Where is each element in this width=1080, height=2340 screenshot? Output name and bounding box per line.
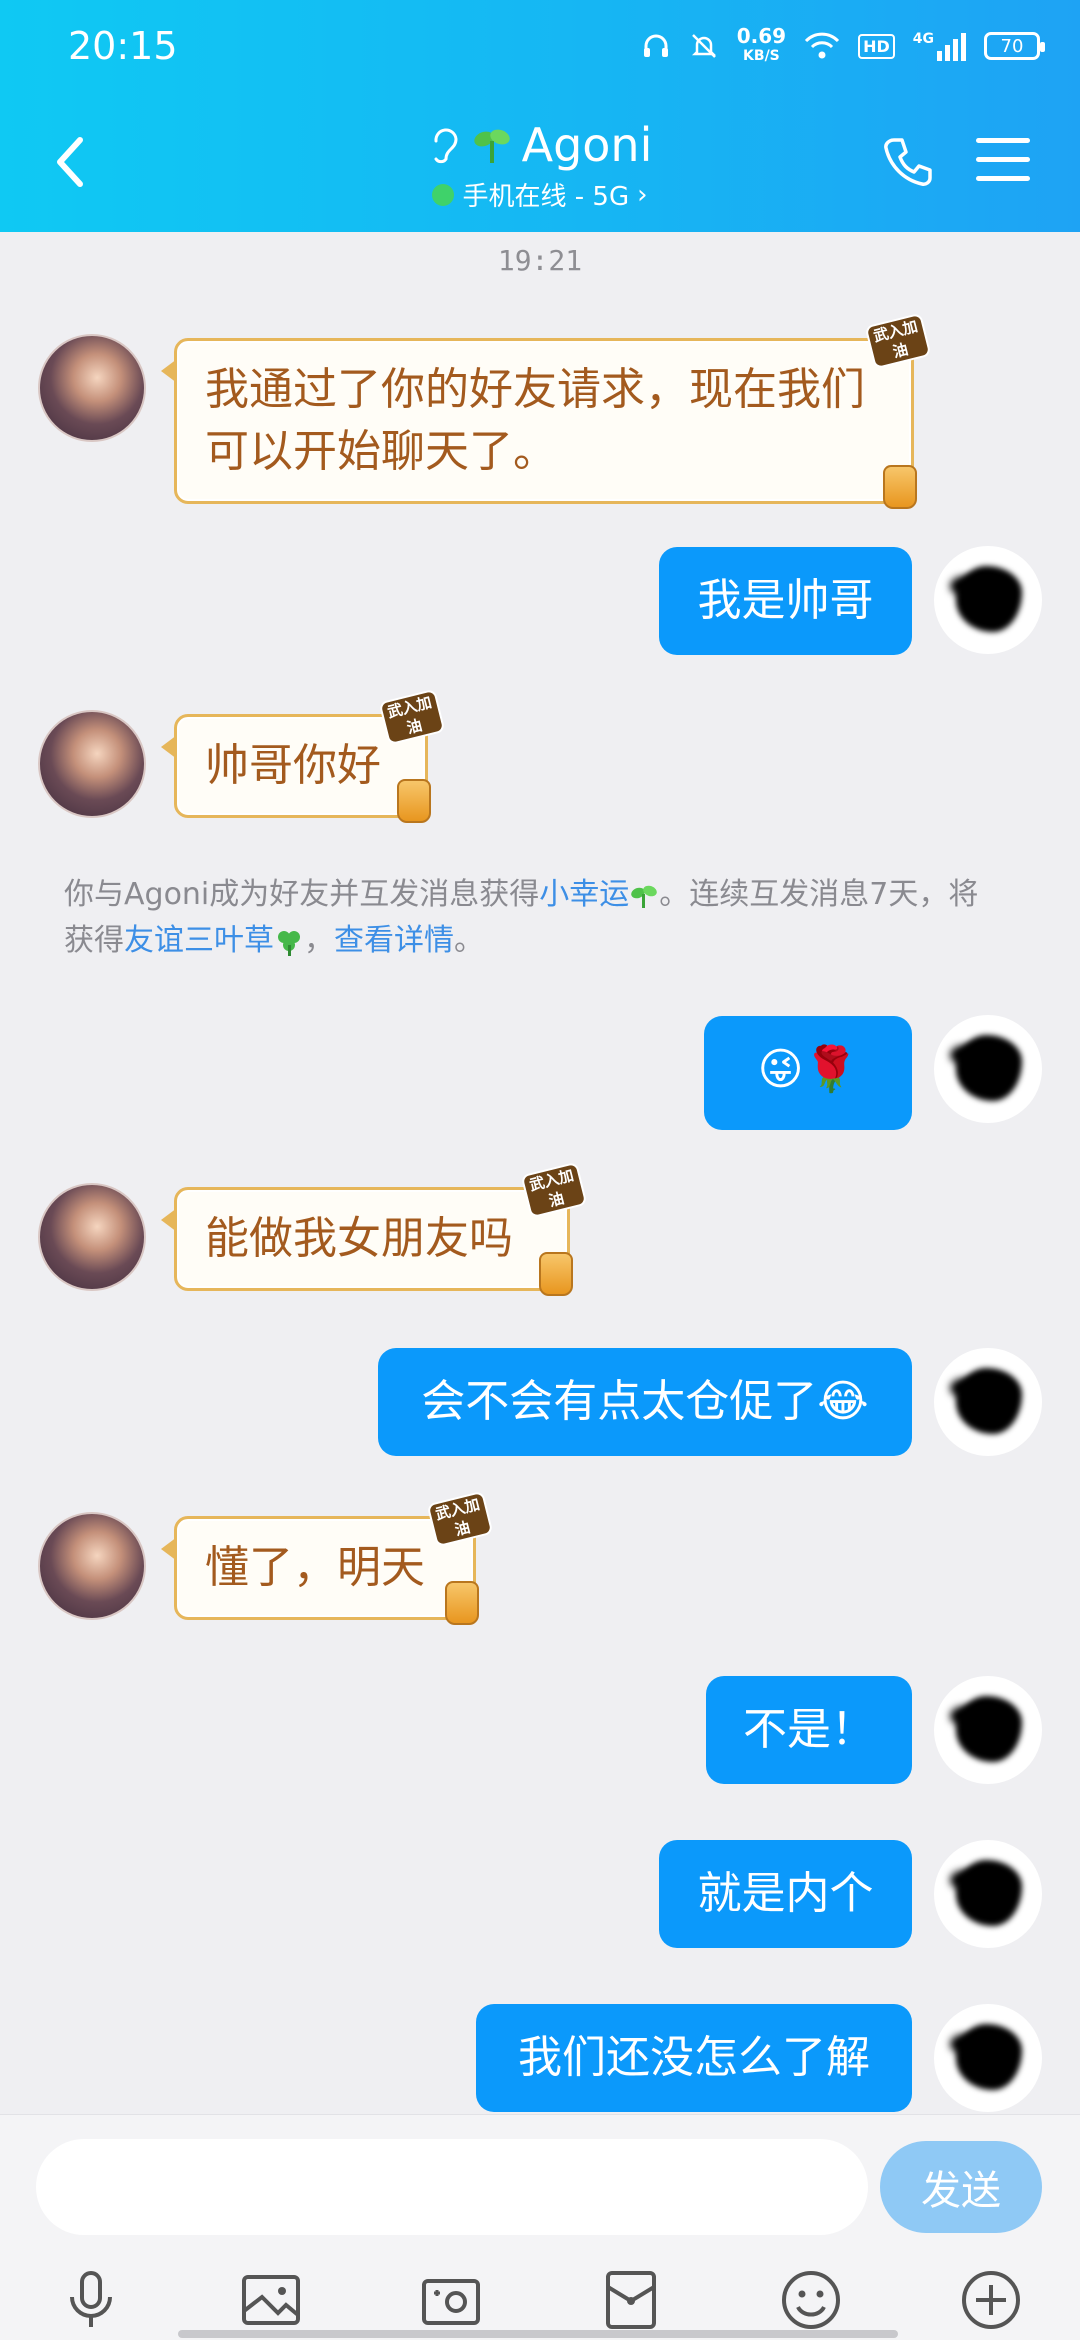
bubble-badge-icon: 武入加油 xyxy=(378,688,446,746)
chat-timestamp: 19:21 xyxy=(497,244,583,277)
message-input[interactable] xyxy=(36,2139,868,2235)
bubble-fist-icon xyxy=(445,1581,479,1625)
bubble-badge-icon: 武入加油 xyxy=(864,312,932,370)
message-bubble-sent[interactable]: 我是帅哥 xyxy=(659,547,912,655)
headphones-icon xyxy=(643,34,668,57)
bell-muted-icon xyxy=(691,34,716,58)
phone-icon[interactable] xyxy=(880,134,936,190)
message-bubble-received[interactable]: 我通过了你的好友请求，现在我们可以开始聊天了。 武入加油 xyxy=(161,312,932,509)
bubble-badge-icon: 武入加油 xyxy=(426,1490,494,1548)
red-packet-icon[interactable] xyxy=(598,2267,664,2333)
clover-link[interactable]: 友谊三叶草 xyxy=(124,923,274,958)
ear-icon xyxy=(434,128,458,164)
self-avatar[interactable] xyxy=(934,1840,1042,1948)
self-avatar[interactable] xyxy=(934,546,1042,654)
contact-avatar[interactable] xyxy=(38,1183,146,1291)
chat-title-area[interactable]: Agoni 手机在线 - 5G › xyxy=(360,118,720,213)
microphone-icon[interactable] xyxy=(58,2267,124,2333)
bubble-fist-icon xyxy=(539,1252,573,1296)
back-arrow-icon[interactable] xyxy=(50,132,90,192)
message-bubble-received[interactable]: 懂了，明天 武入加油 xyxy=(161,1490,494,1625)
self-avatar[interactable] xyxy=(934,1015,1042,1123)
bubble-badge-icon: 武入加油 xyxy=(520,1161,588,1219)
camera-icon[interactable] xyxy=(418,2267,484,2333)
emoji-icon[interactable] xyxy=(778,2267,844,2333)
message-bubble-received[interactable]: 帅哥你好 武入加油 xyxy=(161,688,446,823)
friendship-notice: 你与Agoni成为好友并互发消息获得小幸运 。连续互发消息7天，将获得友谊三叶草，… xyxy=(64,877,979,958)
message-bubble-sent[interactable]: 😜🌹 xyxy=(704,1016,912,1130)
plus-icon[interactable] xyxy=(958,2267,1024,2333)
battery-icon: 70 xyxy=(984,32,1045,60)
input-toolbar xyxy=(0,2255,1080,2340)
self-avatar[interactable] xyxy=(934,1348,1042,1456)
sprout-icon xyxy=(631,885,658,908)
send-button[interactable]: 发送 xyxy=(880,2141,1042,2233)
message-bubble-sent[interactable]: 不是！ xyxy=(706,1676,912,1784)
status-time: 20:15 xyxy=(68,24,178,68)
chevron-right-icon: › xyxy=(637,179,648,210)
hd-badge: HD xyxy=(858,33,895,59)
online-status[interactable]: 手机在线 - 5G › xyxy=(360,176,720,213)
message-bubble-sent[interactable]: 就是内个 xyxy=(659,1840,912,1948)
self-avatar[interactable] xyxy=(934,2004,1042,2112)
status-icons: 0.69 KB/S HD 4G 70 xyxy=(641,24,1045,66)
network-speed: 0.69 KB/S xyxy=(736,24,787,64)
contact-avatar[interactable] xyxy=(38,1512,146,1620)
contact-avatar[interactable] xyxy=(38,710,146,818)
sprout-icon xyxy=(473,129,510,163)
message-bubble-sent[interactable]: 我们还没怎么了解 xyxy=(476,2004,912,2112)
contact-avatar[interactable] xyxy=(38,334,146,442)
bubble-fist-icon xyxy=(397,779,431,823)
menu-icon[interactable] xyxy=(976,138,1030,186)
chat-header: 20:15 0.69 KB/S HD 4G 70 Agoni 手机在线 - 5G … xyxy=(0,0,1080,232)
bubble-fist-icon xyxy=(883,465,917,509)
chat-title: Agoni xyxy=(360,118,720,172)
lucky-link[interactable]: 小幸运 xyxy=(539,877,629,912)
message-bubble-received[interactable]: 能做我女朋友吗 武入加油 xyxy=(161,1161,588,1296)
message-bubble-sent[interactable]: 会不会有点太仓促了😂 xyxy=(378,1348,912,1456)
online-dot xyxy=(432,183,455,206)
signal-icon: 4G xyxy=(913,31,966,61)
clover-icon xyxy=(278,930,300,956)
home-indicator[interactable] xyxy=(178,2330,898,2338)
input-area: 发送 xyxy=(0,2114,1080,2340)
wifi-icon xyxy=(805,32,840,59)
view-details-link[interactable]: 查看详情 xyxy=(334,923,454,958)
image-icon[interactable] xyxy=(238,2267,304,2333)
self-avatar[interactable] xyxy=(934,1676,1042,1784)
